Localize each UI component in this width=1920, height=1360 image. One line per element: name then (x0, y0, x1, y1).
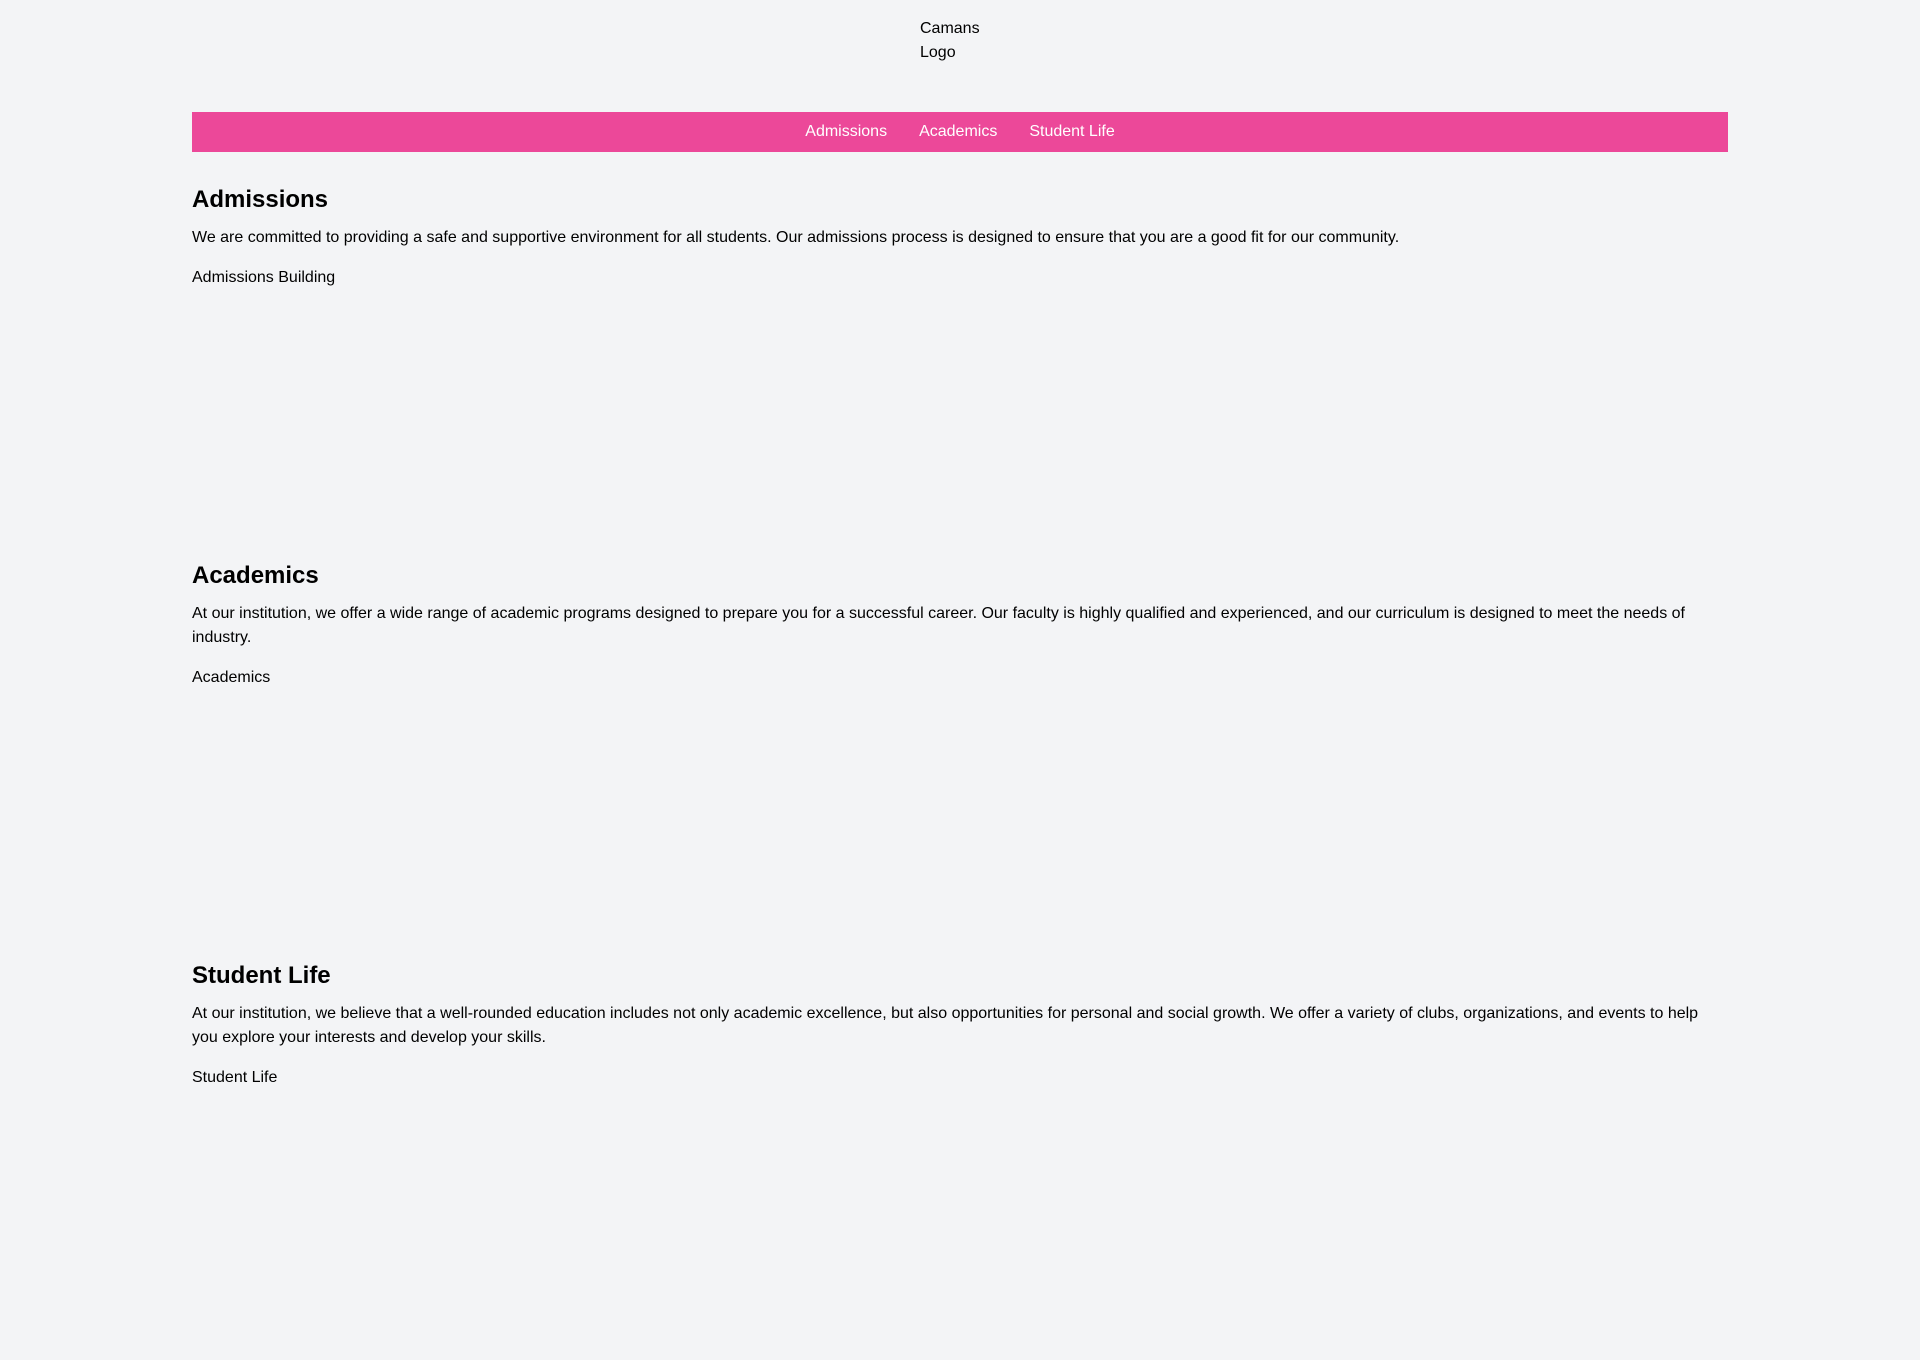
logo: Camans Logo (920, 17, 1000, 65)
nav-link-admissions[interactable]: Admissions (805, 120, 887, 144)
section-title: Academics (192, 562, 319, 589)
section-student-life: Student Life At our institution, we beli… (192, 960, 1728, 1266)
section-text: At our institution, we offer a wide rang… (192, 605, 1685, 646)
section-title: Student Life (192, 962, 331, 989)
student-life-image: Student Life (192, 1069, 278, 1086)
section-text: We are committed to providing a safe and… (192, 229, 1400, 246)
nav-link-student-life[interactable]: Student Life (1029, 120, 1114, 144)
nav-link-academics[interactable]: Academics (919, 120, 997, 144)
section-admissions: Admissions We are committed to providing… (192, 184, 1728, 466)
academics-image: Academics (192, 669, 271, 686)
section-text: At our institution, we believe that a we… (192, 1005, 1699, 1046)
section-title: Admissions (192, 186, 329, 213)
section-academics: Academics At our institution, we offer a… (192, 560, 1728, 866)
main-navbar: Admissions Academics Student Life (192, 112, 1728, 152)
admissions-image: Admissions Building (192, 269, 336, 286)
logo-alt-text: Camans Logo (920, 20, 980, 61)
